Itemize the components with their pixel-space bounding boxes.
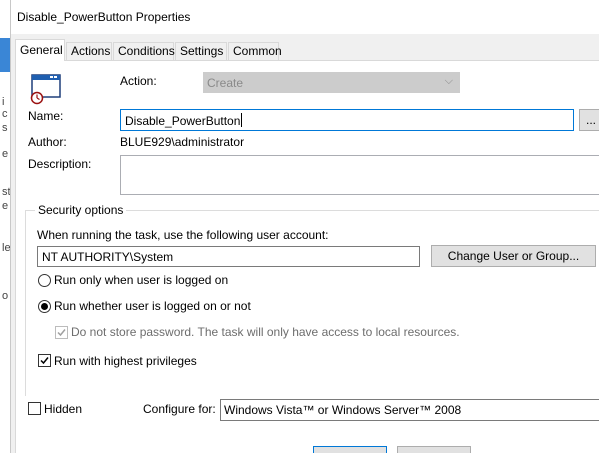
- tab-general[interactable]: General: [15, 39, 65, 61]
- configure-for-value: Windows Vista™ or Windows Server™ 2008: [224, 403, 462, 417]
- task-name-value: Disable_PowerButton: [125, 114, 241, 128]
- author-value: BLUE929\administrator: [120, 135, 245, 149]
- tab-settings[interactable]: Settings: [175, 42, 227, 61]
- window-title: Disable_PowerButton Properties: [17, 10, 191, 24]
- hidden-checkbox[interactable]: [28, 402, 41, 415]
- checkmark-icon: [57, 329, 66, 337]
- highest-privileges-label[interactable]: Run with highest privileges: [54, 354, 197, 368]
- user-account-value: NT AUTHORITY\System: [42, 250, 174, 264]
- description-label: Description:: [28, 157, 92, 171]
- ok-button[interactable]: [313, 446, 387, 453]
- text-caret: [241, 113, 243, 127]
- task-name-input[interactable]: Disable_PowerButton: [120, 109, 574, 131]
- scheduled-task-icon: [30, 74, 61, 105]
- action-value: Create: [207, 76, 244, 90]
- radio-run-whether-logged-on[interactable]: [38, 300, 51, 313]
- task-properties-dialog: Disable_PowerButton Properties General A…: [10, 0, 599, 453]
- action-label: Action:: [120, 74, 157, 88]
- action-dropdown[interactable]: Create ⌵: [203, 72, 460, 93]
- radio-run-only-logged-on-label[interactable]: Run only when user is logged on: [54, 273, 228, 287]
- configure-for-dropdown[interactable]: Windows Vista™ or Windows Server™ 2008: [220, 399, 599, 421]
- background-text: i: [2, 96, 5, 108]
- author-label: Author:: [28, 135, 67, 149]
- background-text: e: [2, 148, 9, 160]
- background-text: o: [2, 290, 9, 302]
- radio-run-whether-logged-on-label[interactable]: Run whether user is logged on or not: [54, 299, 251, 313]
- background-window-edge: i c s e st e le o: [0, 0, 11, 453]
- background-text: e: [2, 200, 9, 212]
- cancel-button[interactable]: [397, 446, 471, 453]
- background-text: s: [2, 122, 8, 134]
- configure-for-label: Configure for:: [143, 402, 216, 416]
- description-textarea[interactable]: [120, 155, 599, 195]
- background-title-stripe: [0, 38, 10, 72]
- name-label: Name:: [28, 109, 64, 123]
- user-account-field[interactable]: NT AUTHORITY\System: [37, 246, 420, 267]
- title-bar[interactable]: Disable_PowerButton Properties: [11, 0, 599, 34]
- tab-common[interactable]: Common: [228, 42, 282, 61]
- general-tab-panel: Action: Create ⌵ Name: Disable_PowerButt…: [15, 60, 599, 453]
- radio-run-only-logged-on[interactable]: [38, 274, 51, 287]
- security-options-title: Security options: [35, 203, 127, 217]
- change-user-button[interactable]: Change User or Group...: [431, 245, 596, 267]
- account-prompt: When running the task, use the following…: [37, 228, 329, 242]
- name-browse-button[interactable]: ...: [579, 109, 599, 131]
- dialog-button-row: [11, 446, 599, 453]
- no-store-password-label: Do not store password. The task will onl…: [71, 325, 460, 339]
- highest-privileges-checkbox[interactable]: [38, 354, 51, 367]
- tab-actions[interactable]: Actions: [66, 42, 112, 61]
- radio-selected-dot: [41, 303, 48, 310]
- background-text: c: [2, 108, 8, 120]
- tab-conditions[interactable]: Conditions: [113, 42, 175, 61]
- hidden-label[interactable]: Hidden: [44, 402, 82, 416]
- no-store-password-checkbox[interactable]: [55, 326, 68, 339]
- chevron-down-icon: ⌵: [444, 75, 453, 87]
- checkmark-icon: [40, 357, 49, 365]
